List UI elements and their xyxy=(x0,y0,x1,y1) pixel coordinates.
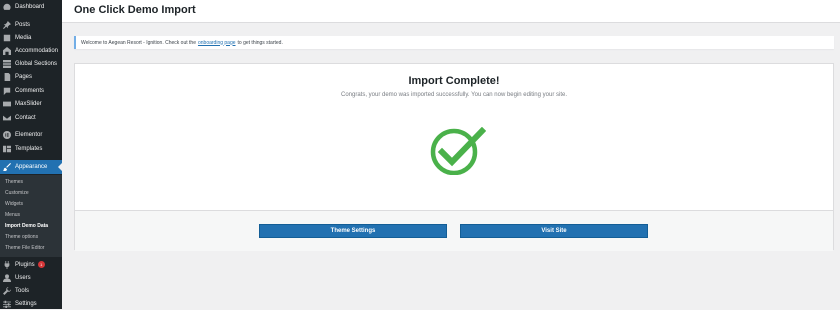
settings-icon xyxy=(3,300,11,308)
notice-text-before: Welcome to Aegean Resort - Ignition. Che… xyxy=(81,39,196,46)
sidebar-item-users[interactable]: Users xyxy=(0,271,62,284)
appearance-submenu: Themes Customize Widgets Menus Import De… xyxy=(0,175,62,257)
submenu-item-theme-options[interactable]: Theme options xyxy=(5,234,38,240)
elementor-icon xyxy=(3,130,11,139)
sidebar-item-elementor[interactable]: Elementor xyxy=(0,128,62,141)
sidebar-item-label: Media xyxy=(15,34,32,41)
sidebar-item-posts[interactable]: Posts xyxy=(0,18,62,31)
sidebar-item-settings[interactable]: Settings xyxy=(0,297,62,310)
import-complete-message: Congrats, your demo was imported success… xyxy=(340,92,567,98)
admin-sidebar: Dashboard Posts Media Accommodation Glob… xyxy=(0,0,62,309)
wrench-icon xyxy=(3,286,11,295)
welcome-notice: Welcome to Aegean Resort - Ignition. Che… xyxy=(74,36,834,49)
sidebar-item-label: Plugins xyxy=(15,261,35,268)
page-title: One Click Demo Import xyxy=(74,4,196,16)
sidebar-item-label: MaxSlider xyxy=(15,100,42,107)
sidebar-item-label: Dashboard xyxy=(15,3,45,10)
pin-icon xyxy=(3,20,11,29)
slider-icon xyxy=(3,100,11,108)
submenu-item-customize[interactable]: Customize xyxy=(5,190,29,196)
active-indicator xyxy=(58,163,62,171)
sidebar-item-label: Elementor xyxy=(15,131,43,138)
users-icon xyxy=(3,273,11,282)
sidebar-item-label: Comments xyxy=(15,87,45,94)
sections-icon xyxy=(3,59,11,68)
media-icon xyxy=(3,34,11,42)
templates-icon xyxy=(3,145,11,153)
sidebar-item-media[interactable]: Media xyxy=(0,31,62,44)
sidebar-item-label: Appearance xyxy=(15,164,48,170)
sidebar-item-dashboard[interactable]: Dashboard xyxy=(0,0,62,13)
notice-text-after: to get things started. xyxy=(237,39,283,46)
sidebar-item-label: Pages xyxy=(15,73,33,80)
sidebar-item-label: Templates xyxy=(15,145,43,152)
update-count-badge: 1 xyxy=(37,261,45,268)
panel-footer: Theme Settings Visit Site xyxy=(75,210,833,251)
visit-site-button[interactable]: Visit Site xyxy=(460,224,648,238)
building-icon xyxy=(3,46,11,55)
import-complete-panel: Import Complete! Congrats, your demo was… xyxy=(74,63,834,251)
submenu-item-theme-file-editor[interactable]: Theme File Editor xyxy=(5,245,44,251)
sidebar-item-appearance[interactable]: Appearance xyxy=(0,160,62,174)
mail-icon xyxy=(3,114,11,122)
sidebar-item-pages[interactable]: Pages xyxy=(0,70,62,83)
paintbrush-icon xyxy=(3,163,11,171)
submenu-item-import-demo-data[interactable]: Import Demo Data xyxy=(5,223,48,229)
sidebar-item-label: Settings xyxy=(15,300,37,307)
sidebar-item-comments[interactable]: Comments xyxy=(0,84,62,97)
sidebar-item-label: Posts xyxy=(15,21,31,28)
sidebar-item-plugins[interactable]: Plugins 1 xyxy=(0,258,62,271)
submenu-item-widgets[interactable]: Widgets xyxy=(5,201,23,207)
sidebar-item-accommodation[interactable]: Accommodation xyxy=(0,44,62,57)
sidebar-item-label: Contact xyxy=(15,114,36,121)
submenu-item-menus[interactable]: Menus xyxy=(5,212,20,218)
import-complete-title: Import Complete! xyxy=(408,75,500,87)
sidebar-item-maxslider[interactable]: MaxSlider xyxy=(0,97,62,110)
comments-icon xyxy=(3,87,11,95)
dashboard-icon xyxy=(3,3,11,11)
sidebar-item-label: Accommodation xyxy=(15,47,59,54)
sidebar-item-global-sections[interactable]: Global Sections xyxy=(0,57,62,70)
success-check-icon xyxy=(430,127,486,175)
sidebar-item-label: Tools xyxy=(15,287,30,294)
sidebar-item-label: Global Sections xyxy=(15,60,58,67)
sidebar-item-templates[interactable]: Templates xyxy=(0,142,62,155)
sidebar-item-contact[interactable]: Contact xyxy=(0,111,62,124)
plugin-icon xyxy=(3,260,11,269)
sidebar-item-label: Users xyxy=(15,274,31,281)
theme-settings-button[interactable]: Theme Settings xyxy=(259,224,447,238)
sidebar-item-tools[interactable]: Tools xyxy=(0,284,62,297)
pages-icon xyxy=(3,72,11,81)
onboarding-link[interactable]: onboarding page xyxy=(198,40,236,46)
submenu-item-themes[interactable]: Themes xyxy=(5,179,23,185)
